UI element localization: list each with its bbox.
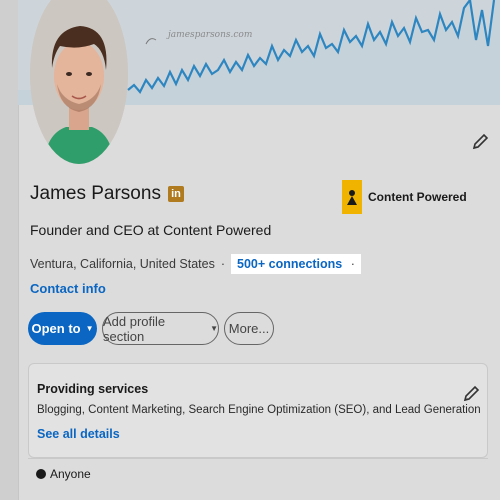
visibility-label: Anyone [50, 467, 91, 481]
caret-down-icon: ▼ [210, 324, 218, 333]
add-profile-section-label: Add profile section [103, 313, 166, 344]
visibility-indicator: Anyone [36, 467, 91, 481]
name-row: James Parsons in [30, 183, 184, 205]
edit-pencil-icon[interactable] [470, 132, 490, 152]
location-row: Ventura, California, United States · 500… [30, 254, 361, 274]
providing-services-card: Providing services Blogging, Content Mar… [28, 363, 488, 458]
company-name: Content Powered [368, 190, 467, 204]
profile-location: Ventura, California, United States [30, 257, 215, 271]
connections-link[interactable]: 500+ connections · [231, 254, 361, 274]
services-list: Blogging, Content Marketing, Search Engi… [37, 404, 481, 416]
edit-services-pencil-icon[interactable] [461, 384, 481, 404]
open-to-label: Open to [31, 321, 81, 336]
separator-dot-trailing: · [350, 257, 355, 271]
separator-dot: · [220, 257, 225, 271]
banner-watermark: jamesparsons.com [168, 30, 253, 40]
more-button[interactable]: More... [224, 312, 274, 345]
globe-icon [36, 469, 46, 479]
connections-label: 500+ connections [237, 257, 343, 271]
services-title: Providing services [37, 382, 149, 396]
contact-info-link[interactable]: Contact info [30, 281, 106, 296]
open-to-button[interactable]: Open to ▼ [28, 312, 97, 345]
profile-name: James Parsons [30, 183, 161, 204]
divider [28, 458, 488, 459]
see-all-details-link[interactable]: See all details [37, 427, 120, 441]
profile-headline: Founder and CEO at Content Powered [30, 222, 272, 238]
caret-down-icon: ▼ [85, 324, 94, 333]
page-left-gutter [0, 0, 18, 500]
more-label: More... [228, 321, 270, 336]
company-logo-icon [342, 180, 362, 214]
linkedin-icon: in [167, 186, 184, 202]
current-company[interactable]: Content Powered [342, 180, 467, 214]
add-profile-section-button[interactable]: Add profile section ▼ [102, 312, 219, 345]
